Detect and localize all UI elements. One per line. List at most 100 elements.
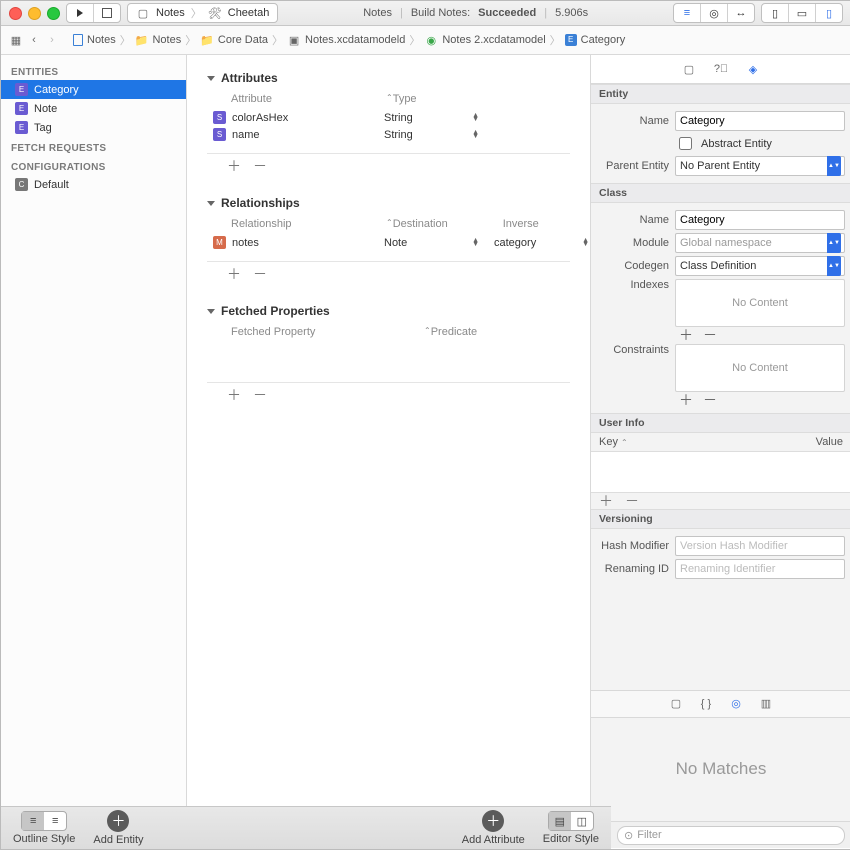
main-body: ENTITIES E Category E Note E Tag FETCH R… bbox=[1, 55, 850, 848]
abstract-checkbox[interactable] bbox=[679, 137, 692, 150]
bc-item-3[interactable]: Notes.xcdatamodeld bbox=[305, 34, 405, 46]
entity-row-tag[interactable]: E Tag bbox=[1, 118, 186, 137]
bc-item-1[interactable]: Notes bbox=[152, 34, 181, 46]
titlebar: ▢ Notes 〉 🛠 Cheetah Notes | Build Notes:… bbox=[1, 1, 850, 26]
entity-form: Name Abstract Entity Parent Entity No Pa… bbox=[591, 104, 850, 183]
add-button[interactable]: ＋ bbox=[227, 160, 241, 172]
stop-icon bbox=[102, 8, 112, 18]
bc-item-2[interactable]: Core Data bbox=[218, 34, 268, 46]
entity-name-input[interactable] bbox=[675, 111, 845, 131]
stepper-icon: ▲▼ bbox=[472, 114, 479, 122]
minimize-button[interactable] bbox=[28, 7, 41, 20]
parent-entity-select[interactable]: No Parent Entity ▲▼ bbox=[675, 156, 845, 176]
relationships-header[interactable]: Relationships bbox=[207, 196, 590, 210]
remove-button[interactable]: － bbox=[253, 160, 267, 172]
userinfo-table[interactable] bbox=[591, 452, 850, 493]
toggle-right-panel[interactable]: ▯ bbox=[816, 4, 842, 22]
remove-button[interactable]: － bbox=[703, 394, 717, 406]
codegen-select[interactable]: Class Definition ▲▼ bbox=[675, 256, 845, 276]
fetched-header[interactable]: Fetched Properties bbox=[207, 304, 590, 318]
toggle-bottom-panel[interactable]: ▭ bbox=[789, 4, 816, 22]
activity-prefix: Build Notes: bbox=[411, 7, 470, 19]
file-inspector-icon[interactable]: ▢ bbox=[682, 62, 696, 76]
version-editor-button[interactable]: ↔ bbox=[728, 4, 754, 22]
type-select[interactable]: String▲▼ bbox=[383, 112, 479, 124]
remove-button[interactable]: － bbox=[253, 389, 267, 401]
fetch-requests-heading: FETCH REQUESTS bbox=[1, 137, 186, 156]
remove-button[interactable]: － bbox=[253, 268, 267, 280]
add-button[interactable]: ＋ bbox=[599, 495, 613, 507]
add-button[interactable]: ＋ bbox=[679, 329, 693, 341]
sort-asc-icon: ⌃ bbox=[621, 438, 628, 447]
media-library-icon[interactable]: ▥ bbox=[759, 697, 773, 711]
relationship-row[interactable]: Mnotes Note▲▼ category▲▼ bbox=[187, 234, 590, 251]
entities-heading: ENTITIES bbox=[1, 61, 186, 80]
constraints-box[interactable]: No Content bbox=[675, 344, 845, 392]
versioning-section-header: Versioning bbox=[591, 509, 850, 529]
remove-button[interactable]: － bbox=[625, 495, 639, 507]
add-button[interactable]: ＋ bbox=[227, 268, 241, 280]
data-model-inspector-icon[interactable]: ◈ bbox=[746, 62, 760, 76]
userinfo-columns: Key⌃ Value bbox=[591, 433, 850, 452]
bc-item-4[interactable]: Notes 2.xcdatamodel bbox=[442, 34, 545, 46]
attribute-row[interactable]: ScolorAsHex String▲▼ bbox=[187, 109, 590, 126]
library-filter[interactable]: ⊙ Filter bbox=[617, 826, 845, 845]
back-button[interactable]: ‹ bbox=[27, 33, 41, 47]
class-section-header: Class bbox=[591, 183, 850, 203]
add-attribute-button[interactable]: ＋ Add Attribute bbox=[462, 810, 525, 846]
entity-icon: E bbox=[15, 83, 28, 96]
module-select[interactable]: Global namespace ▲▼ bbox=[675, 233, 845, 253]
bc-item-0[interactable]: Notes bbox=[87, 34, 116, 46]
string-type-icon: S bbox=[213, 111, 226, 124]
entity-icon: E bbox=[15, 121, 28, 134]
entity-row-note[interactable]: E Note bbox=[1, 99, 186, 118]
hash-modifier-input[interactable] bbox=[675, 536, 845, 556]
folder-icon: 📁 bbox=[135, 34, 149, 47]
standard-editor-button[interactable]: ≡ bbox=[674, 4, 701, 22]
forward-button[interactable]: › bbox=[45, 33, 59, 47]
indexes-box[interactable]: No Content bbox=[675, 279, 845, 327]
code-snippet-icon[interactable]: { } bbox=[699, 697, 713, 711]
add-entity-button[interactable]: ＋ Add Entity bbox=[93, 810, 143, 846]
type-select[interactable]: String▲▼ bbox=[383, 129, 479, 141]
stop-button[interactable] bbox=[94, 4, 120, 22]
library-bottom-bar: ▦ ⊙ Filter bbox=[591, 821, 850, 848]
class-name-input[interactable] bbox=[675, 210, 845, 230]
folder-icon: 📁 bbox=[200, 34, 214, 47]
chevron-down-icon bbox=[207, 76, 215, 81]
remove-button[interactable]: － bbox=[703, 329, 717, 341]
assistant-editor-button[interactable]: ◎ bbox=[701, 4, 728, 22]
toggle-left-panel[interactable]: ▯ bbox=[762, 4, 789, 22]
chevron-down-icon bbox=[207, 201, 215, 206]
attributes-header[interactable]: Attributes bbox=[207, 71, 590, 85]
renaming-id-input[interactable] bbox=[675, 559, 845, 579]
divider bbox=[207, 382, 570, 383]
config-row-default[interactable]: C Default bbox=[1, 175, 186, 194]
run-button[interactable] bbox=[67, 4, 94, 22]
related-items-icon[interactable]: ▦ bbox=[9, 33, 23, 47]
divider bbox=[207, 261, 570, 262]
xcode-window: ▢ Notes 〉 🛠 Cheetah Notes | Build Notes:… bbox=[0, 0, 850, 850]
inverse-select[interactable]: category▲▼ bbox=[493, 237, 589, 249]
model-bundle-icon: ▣ bbox=[287, 33, 301, 47]
zoom-button[interactable] bbox=[47, 7, 60, 20]
scheme-name: Notes bbox=[156, 7, 185, 19]
attribute-row[interactable]: Sname String▲▼ bbox=[187, 126, 590, 143]
scheme-selector[interactable]: ▢ Notes 〉 🛠 Cheetah bbox=[127, 3, 278, 23]
entity-row-category[interactable]: E Category bbox=[1, 80, 186, 99]
close-button[interactable] bbox=[9, 7, 22, 20]
library-empty: No Matches bbox=[591, 718, 850, 822]
object-library-icon[interactable]: ◎ bbox=[729, 697, 743, 711]
quick-help-icon[interactable]: ?⃝ bbox=[714, 62, 728, 76]
model-version-icon: ◉ bbox=[424, 33, 438, 47]
chevron-updown-icon: ▲▼ bbox=[827, 156, 841, 176]
entity-section-header: Entity bbox=[591, 84, 850, 104]
file-template-icon[interactable]: ▢ bbox=[669, 697, 683, 711]
add-button[interactable]: ＋ bbox=[227, 389, 241, 401]
activity-status: Succeeded bbox=[478, 7, 536, 19]
destination-select[interactable]: Note▲▼ bbox=[383, 237, 479, 249]
outline-style-toggle[interactable]: ≡≡ Outline Style bbox=[13, 811, 75, 845]
editor-style-toggle[interactable]: ▤◫ Editor Style bbox=[543, 811, 599, 845]
bc-item-5[interactable]: Category bbox=[581, 34, 626, 46]
add-button[interactable]: ＋ bbox=[679, 394, 693, 406]
